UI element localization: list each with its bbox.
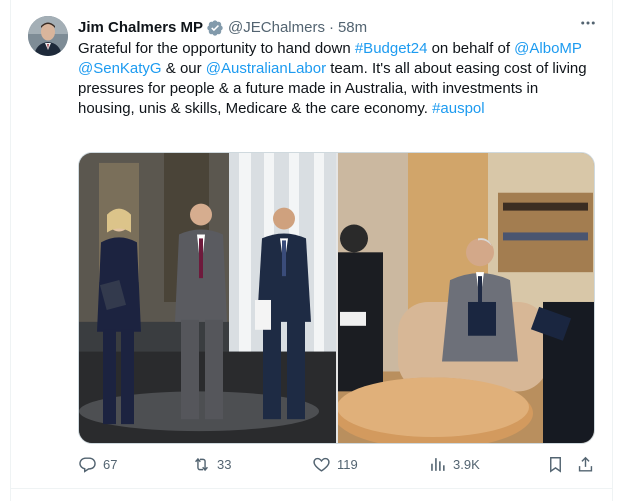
view-count: 3.9K [453, 457, 480, 472]
tweet-media-grid[interactable] [78, 152, 595, 444]
tweet-text-segment: & our [161, 60, 206, 77]
tweet-text-link[interactable]: @SenKatyG [78, 60, 162, 77]
views-button[interactable]: 3.9K [428, 455, 480, 474]
avatar-portrait-icon [28, 16, 68, 56]
verified-badge-icon [206, 19, 224, 37]
like-count: 119 [337, 457, 358, 472]
tweet-timestamp[interactable]: 58m [338, 18, 367, 38]
media-photo-1[interactable] [79, 153, 336, 443]
photo-group-walking-icon [79, 153, 336, 443]
repost-count: 33 [217, 457, 232, 472]
bookmark-icon [550, 457, 561, 473]
header-separator: · [328, 19, 334, 36]
share-button[interactable] [576, 455, 595, 474]
heart-icon [313, 457, 330, 472]
repost-button[interactable]: 33 [192, 455, 231, 474]
tweet-text-segment: Grateful for the opportunity to hand dow… [78, 40, 355, 57]
tweet-header: Jim Chalmers MP @JEChalmers · 58m [78, 18, 367, 38]
tweet-text: Grateful for the opportunity to hand dow… [78, 39, 598, 119]
photo-office-meeting-icon [338, 153, 594, 443]
timeline-right-border [612, 0, 613, 501]
tweet-text-link[interactable]: #Budget24 [355, 40, 428, 57]
more-options-button[interactable] [575, 12, 601, 34]
like-button[interactable]: 119 [312, 455, 358, 474]
author-name[interactable]: Jim Chalmers MP [78, 18, 203, 38]
tweet-divider [10, 488, 612, 489]
share-icon [578, 456, 593, 472]
reply-count: 67 [103, 457, 118, 472]
tweet-text-link[interactable]: @AlboMP [514, 40, 581, 57]
tweet-text-link[interactable]: @AustralianLabor [206, 60, 326, 77]
timeline-left-border [10, 0, 11, 501]
repost-icon [195, 457, 208, 472]
author-avatar[interactable] [28, 16, 68, 56]
tweet-text-link[interactable]: #auspol [432, 100, 485, 117]
analytics-icon [431, 458, 445, 471]
more-horizontal-icon [581, 21, 595, 25]
tweet-actions-bar: 67 33 119 3.9K [74, 455, 602, 477]
media-photo-2[interactable] [338, 153, 594, 443]
reply-icon [79, 457, 96, 473]
bookmark-button[interactable] [546, 455, 565, 474]
tweet-text-segment: on behalf of [427, 40, 515, 57]
author-handle[interactable]: @JEChalmers [228, 18, 325, 38]
reply-button[interactable]: 67 [78, 455, 117, 474]
